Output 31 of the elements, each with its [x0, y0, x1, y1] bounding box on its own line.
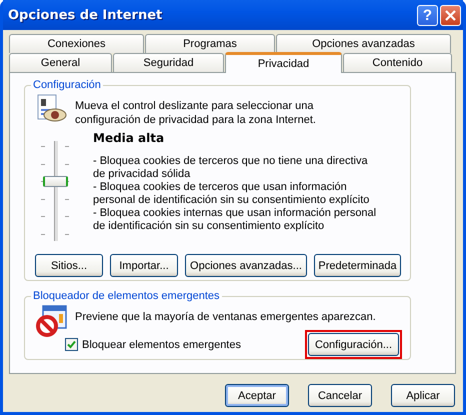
tab[interactable]: Privacidad — [225, 52, 342, 73]
dialog-button[interactable]: Cancelar — [308, 384, 372, 407]
description-text: Previene que la mayoría de ventanas emergentes aparezcan. — [75, 310, 376, 325]
privacy-button[interactable]: Importar... — [110, 254, 178, 277]
settings-button[interactable]: Configuración... — [308, 333, 399, 356]
block-popups-checkbox[interactable]: Bloquear elementos emergentes — [65, 338, 241, 351]
detail-text: - Bloquea cookies de terceros que usan información personal de identificación sin su consentimiento explícito — [93, 181, 370, 207]
close-icon — [445, 10, 456, 20]
tab[interactable]: Programas — [145, 34, 275, 53]
dialog-button[interactable]: Aplicar — [391, 384, 455, 407]
checkmark-icon — [67, 340, 76, 349]
tab[interactable]: Opciones avanzadas — [276, 34, 451, 53]
group-title: Bloqueador de elementos emergentes — [32, 290, 221, 302]
privacy-button[interactable]: Opciones avanzadas... — [185, 254, 307, 277]
detail-text: - Bloquea cookies de terceros que no tiene una directiva de privacidad sólida — [93, 155, 369, 181]
dialog-button[interactable]: Aceptar — [225, 384, 289, 407]
group-title: Configuración — [32, 79, 102, 91]
slider-thumb[interactable] — [43, 176, 68, 188]
detail-text: - Bloquea cookies internas que usan información personal de identificación sin su consentimiento explícito — [93, 207, 378, 233]
tab[interactable]: Seguridad — [113, 53, 224, 72]
description-text: Mueva el control deslizante para seleccionar una configuración de privacidad para la zona Internet. — [75, 99, 317, 127]
close-button[interactable] — [440, 4, 461, 26]
privacy-button[interactable]: Predeterminada — [314, 254, 401, 277]
privacy-button[interactable]: Sitios... — [35, 254, 103, 277]
level-name: Media alta — [93, 131, 166, 145]
popup-blocker-icon — [35, 304, 67, 338]
tab[interactable]: General — [9, 53, 112, 72]
tab[interactable]: Contenido — [343, 53, 452, 72]
window-title: Opciones de Internet — [8, 8, 164, 22]
help-button[interactable]: ? — [417, 4, 438, 26]
tab[interactable]: Conexiones — [9, 34, 144, 53]
